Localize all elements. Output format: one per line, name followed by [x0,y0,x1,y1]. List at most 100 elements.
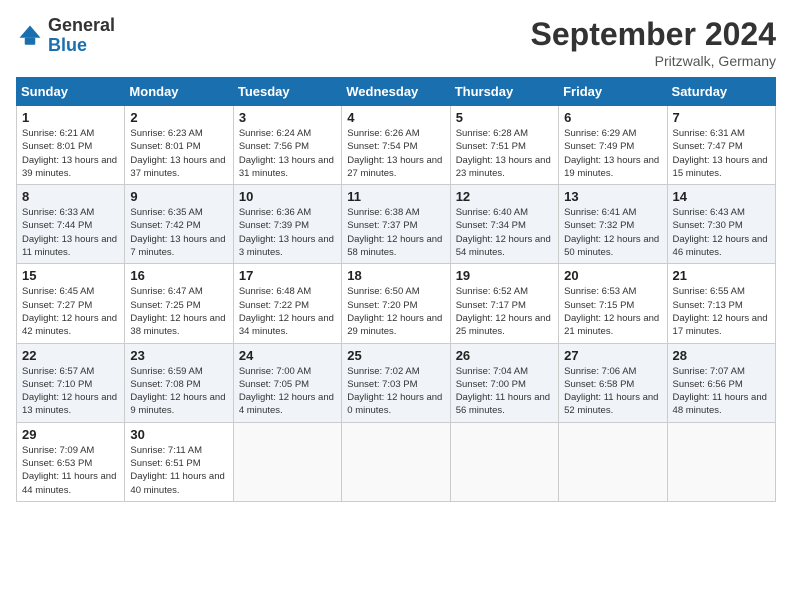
calendar-cell: 9 Sunrise: 6:35 AMSunset: 7:42 PMDayligh… [125,185,233,264]
day-number: 28 [673,348,770,363]
day-number: 17 [239,268,336,283]
calendar-cell: 11 Sunrise: 6:38 AMSunset: 7:37 PMDaylig… [342,185,450,264]
calendar-cell: 29 Sunrise: 7:09 AMSunset: 6:53 PMDaylig… [17,422,125,501]
day-number: 1 [22,110,119,125]
day-number: 4 [347,110,444,125]
day-info: Sunrise: 6:50 AMSunset: 7:20 PMDaylight:… [347,285,444,338]
calendar-cell: 19 Sunrise: 6:52 AMSunset: 7:17 PMDaylig… [450,264,558,343]
col-header-friday: Friday [559,78,667,106]
day-number: 3 [239,110,336,125]
calendar-cell: 1 Sunrise: 6:21 AMSunset: 8:01 PMDayligh… [17,106,125,185]
col-header-thursday: Thursday [450,78,558,106]
day-info: Sunrise: 6:29 AMSunset: 7:49 PMDaylight:… [564,127,661,180]
day-info: Sunrise: 6:53 AMSunset: 7:15 PMDaylight:… [564,285,661,338]
col-header-tuesday: Tuesday [233,78,341,106]
day-number: 12 [456,189,553,204]
day-info: Sunrise: 6:40 AMSunset: 7:34 PMDaylight:… [456,206,553,259]
day-number: 2 [130,110,227,125]
day-info: Sunrise: 7:09 AMSunset: 6:53 PMDaylight:… [22,444,119,497]
page-header: General Blue September 2024 Pritzwalk, G… [16,16,776,69]
day-info: Sunrise: 6:26 AMSunset: 7:54 PMDaylight:… [347,127,444,180]
day-info: Sunrise: 7:00 AMSunset: 7:05 PMDaylight:… [239,365,336,418]
day-info: Sunrise: 6:24 AMSunset: 7:56 PMDaylight:… [239,127,336,180]
day-number: 24 [239,348,336,363]
col-header-saturday: Saturday [667,78,775,106]
day-info: Sunrise: 6:57 AMSunset: 7:10 PMDaylight:… [22,365,119,418]
day-number: 8 [22,189,119,204]
calendar-cell [450,422,558,501]
calendar-cell: 23 Sunrise: 6:59 AMSunset: 7:08 PMDaylig… [125,343,233,422]
calendar-header-row: SundayMondayTuesdayWednesdayThursdayFrid… [17,78,776,106]
day-number: 5 [456,110,553,125]
calendar-cell: 15 Sunrise: 6:45 AMSunset: 7:27 PMDaylig… [17,264,125,343]
calendar-cell: 6 Sunrise: 6:29 AMSunset: 7:49 PMDayligh… [559,106,667,185]
calendar-cell: 20 Sunrise: 6:53 AMSunset: 7:15 PMDaylig… [559,264,667,343]
calendar-cell: 2 Sunrise: 6:23 AMSunset: 8:01 PMDayligh… [125,106,233,185]
day-info: Sunrise: 6:52 AMSunset: 7:17 PMDaylight:… [456,285,553,338]
calendar-cell: 22 Sunrise: 6:57 AMSunset: 7:10 PMDaylig… [17,343,125,422]
calendar-table: SundayMondayTuesdayWednesdayThursdayFrid… [16,77,776,502]
calendar-week-row: 15 Sunrise: 6:45 AMSunset: 7:27 PMDaylig… [17,264,776,343]
day-number: 30 [130,427,227,442]
day-info: Sunrise: 6:47 AMSunset: 7:25 PMDaylight:… [130,285,227,338]
day-info: Sunrise: 6:48 AMSunset: 7:22 PMDaylight:… [239,285,336,338]
calendar-cell: 14 Sunrise: 6:43 AMSunset: 7:30 PMDaylig… [667,185,775,264]
day-number: 21 [673,268,770,283]
day-number: 18 [347,268,444,283]
day-number: 6 [564,110,661,125]
calendar-week-row: 22 Sunrise: 6:57 AMSunset: 7:10 PMDaylig… [17,343,776,422]
day-info: Sunrise: 6:28 AMSunset: 7:51 PMDaylight:… [456,127,553,180]
day-info: Sunrise: 6:21 AMSunset: 8:01 PMDaylight:… [22,127,119,180]
month-title: September 2024 [531,16,776,53]
calendar-cell: 8 Sunrise: 6:33 AMSunset: 7:44 PMDayligh… [17,185,125,264]
calendar-week-row: 29 Sunrise: 7:09 AMSunset: 6:53 PMDaylig… [17,422,776,501]
calendar-cell: 3 Sunrise: 6:24 AMSunset: 7:56 PMDayligh… [233,106,341,185]
day-number: 19 [456,268,553,283]
logo-general: General [48,15,115,35]
logo-icon [16,22,44,50]
calendar-cell: 13 Sunrise: 6:41 AMSunset: 7:32 PMDaylig… [559,185,667,264]
day-info: Sunrise: 6:38 AMSunset: 7:37 PMDaylight:… [347,206,444,259]
day-number: 20 [564,268,661,283]
logo: General Blue [16,16,115,56]
day-info: Sunrise: 6:59 AMSunset: 7:08 PMDaylight:… [130,365,227,418]
day-number: 10 [239,189,336,204]
day-number: 29 [22,427,119,442]
calendar-cell [667,422,775,501]
location: Pritzwalk, Germany [531,53,776,69]
day-number: 25 [347,348,444,363]
day-info: Sunrise: 7:07 AMSunset: 6:56 PMDaylight:… [673,365,770,418]
calendar-cell: 17 Sunrise: 6:48 AMSunset: 7:22 PMDaylig… [233,264,341,343]
calendar-cell: 4 Sunrise: 6:26 AMSunset: 7:54 PMDayligh… [342,106,450,185]
day-number: 7 [673,110,770,125]
calendar-cell: 16 Sunrise: 6:47 AMSunset: 7:25 PMDaylig… [125,264,233,343]
calendar-cell: 28 Sunrise: 7:07 AMSunset: 6:56 PMDaylig… [667,343,775,422]
calendar-cell: 5 Sunrise: 6:28 AMSunset: 7:51 PMDayligh… [450,106,558,185]
calendar-week-row: 1 Sunrise: 6:21 AMSunset: 8:01 PMDayligh… [17,106,776,185]
calendar-cell: 25 Sunrise: 7:02 AMSunset: 7:03 PMDaylig… [342,343,450,422]
day-number: 13 [564,189,661,204]
calendar-cell [233,422,341,501]
day-number: 15 [22,268,119,283]
calendar-cell [559,422,667,501]
col-header-sunday: Sunday [17,78,125,106]
calendar-cell: 12 Sunrise: 6:40 AMSunset: 7:34 PMDaylig… [450,185,558,264]
day-info: Sunrise: 6:45 AMSunset: 7:27 PMDaylight:… [22,285,119,338]
day-info: Sunrise: 6:33 AMSunset: 7:44 PMDaylight:… [22,206,119,259]
day-info: Sunrise: 7:06 AMSunset: 6:58 PMDaylight:… [564,365,661,418]
day-info: Sunrise: 6:36 AMSunset: 7:39 PMDaylight:… [239,206,336,259]
day-number: 23 [130,348,227,363]
day-number: 9 [130,189,227,204]
calendar-cell: 30 Sunrise: 7:11 AMSunset: 6:51 PMDaylig… [125,422,233,501]
day-info: Sunrise: 7:04 AMSunset: 7:00 PMDaylight:… [456,365,553,418]
day-number: 16 [130,268,227,283]
calendar-cell: 10 Sunrise: 6:36 AMSunset: 7:39 PMDaylig… [233,185,341,264]
calendar-cell [342,422,450,501]
calendar-cell: 7 Sunrise: 6:31 AMSunset: 7:47 PMDayligh… [667,106,775,185]
calendar-cell: 27 Sunrise: 7:06 AMSunset: 6:58 PMDaylig… [559,343,667,422]
title-block: September 2024 Pritzwalk, Germany [531,16,776,69]
day-info: Sunrise: 7:11 AMSunset: 6:51 PMDaylight:… [130,444,227,497]
day-number: 27 [564,348,661,363]
day-number: 22 [22,348,119,363]
calendar-cell: 26 Sunrise: 7:04 AMSunset: 7:00 PMDaylig… [450,343,558,422]
